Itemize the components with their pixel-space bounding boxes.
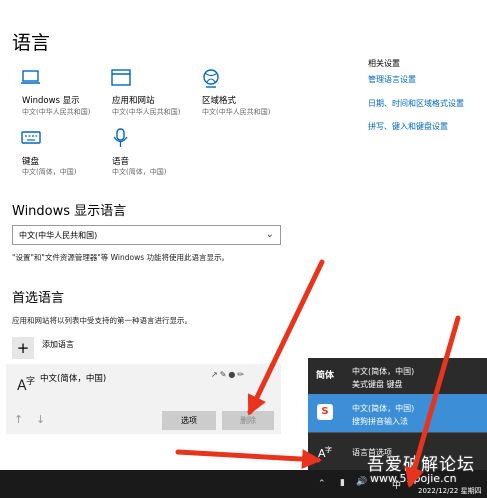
- arrow-to-remove: [247, 259, 325, 416]
- annotation-arrows: [175, 259, 461, 488]
- arrow-to-preferences: [175, 449, 322, 470]
- arrow-to-ime: [404, 315, 461, 488]
